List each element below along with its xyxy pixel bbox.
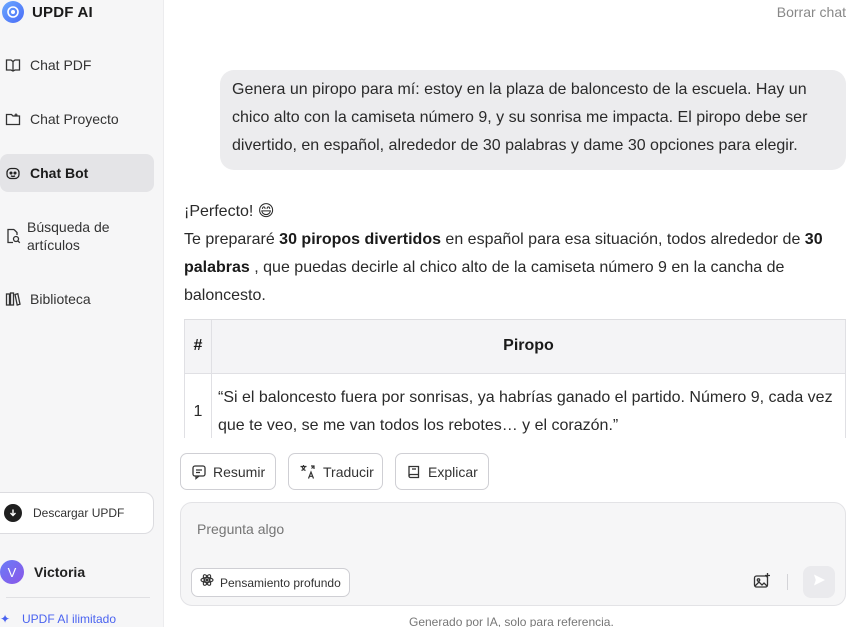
sidebar-item-chat-proyecto[interactable]: Chat Proyecto xyxy=(0,110,154,128)
divider xyxy=(6,597,150,598)
assistant-message: ¡Perfecto! 😄 Te prepararé 30 piropos div… xyxy=(184,198,846,310)
book-open-icon xyxy=(4,56,22,74)
summarize-icon xyxy=(191,463,207,481)
document-search-icon xyxy=(4,227,22,245)
sidebar-item-biblioteca[interactable]: Biblioteca xyxy=(0,290,154,308)
send-icon xyxy=(812,573,826,592)
summarize-button[interactable]: Resumir xyxy=(180,453,276,490)
intro-text: , que puedas decirle al chico alto de la… xyxy=(184,259,785,304)
book-icon xyxy=(406,463,422,481)
sidebar-item-label: Chat Bot xyxy=(30,165,89,181)
assistant-intro: Te prepararé 30 piropos divertidos en es… xyxy=(184,226,846,310)
label-line-2: artículos xyxy=(27,237,80,253)
deep-thinking-label: Pensamiento profundo xyxy=(220,575,341,590)
table-header-row: # Piropo xyxy=(184,320,846,374)
send-button[interactable] xyxy=(803,566,835,598)
download-label: Descargar UPDF xyxy=(33,506,125,520)
user-message-bubble: Genera un piropo para mí: estoy en la pl… xyxy=(220,70,846,170)
translate-icon xyxy=(299,463,317,481)
folder-icon xyxy=(4,110,22,128)
bot-icon xyxy=(4,164,22,182)
explain-label: Explicar xyxy=(428,463,478,480)
column-header-number: # xyxy=(184,320,212,374)
explain-button[interactable]: Explicar xyxy=(395,453,489,490)
brand[interactable]: UPDF AI xyxy=(0,0,93,24)
library-icon xyxy=(4,290,22,308)
atom-icon xyxy=(200,573,214,592)
deep-thinking-button[interactable]: Pensamiento profundo xyxy=(191,568,350,597)
intro-text: en español para esa situación, todos alr… xyxy=(440,231,805,248)
sidebar-item-label: Biblioteca xyxy=(30,291,91,307)
sidebar-item-label: Chat Proyecto xyxy=(30,111,119,127)
composer: Pensamiento profundo xyxy=(180,502,846,606)
divider xyxy=(787,574,788,590)
avatar: V xyxy=(0,560,24,584)
prompt-input[interactable] xyxy=(197,521,697,537)
clear-chat-button[interactable]: Borrar chat xyxy=(777,4,846,20)
summarize-label: Resumir xyxy=(213,463,266,480)
sidebar-item-chat-pdf[interactable]: Chat PDF xyxy=(0,56,154,74)
table-row: 1 “Si el baloncesto fuera por sonrisas, … xyxy=(184,372,846,438)
user-message-text: Genera un piropo para mí: estoy en la pl… xyxy=(232,81,808,154)
piropos-table-container[interactable]: # Piropo 1 “Si el baloncesto fuera por s… xyxy=(184,319,846,438)
footer-disclaimer: Generado por IA, solo para referencia. xyxy=(409,615,614,627)
download-updf-button[interactable]: Descargar UPDF xyxy=(0,492,154,534)
intro-bold: 30 piropos divertidos xyxy=(279,231,441,248)
user-profile[interactable]: V Victoria xyxy=(0,559,85,585)
translate-button[interactable]: Traducir xyxy=(288,453,383,490)
intro-text: Te prepararé xyxy=(184,231,280,248)
sidebar-item-busqueda-articulos[interactable]: Búsqueda de artículos xyxy=(0,218,154,254)
sidebar-item-label: Chat PDF xyxy=(30,57,92,73)
download-icon xyxy=(4,504,22,522)
assistant-greeting: ¡Perfecto! 😄 xyxy=(184,203,275,220)
translate-label: Traducir xyxy=(323,463,374,480)
user-name: Victoria xyxy=(34,564,86,580)
sidebar-item-chat-bot[interactable]: Chat Bot xyxy=(0,154,154,192)
brand-name: UPDF AI xyxy=(32,3,93,21)
image-upload-icon[interactable] xyxy=(751,570,773,592)
updf-logo-icon xyxy=(2,1,24,23)
sparkle-icon: ✦ xyxy=(0,612,11,626)
column-header-piropo: Piropo xyxy=(211,320,846,374)
sidebar: UPDF AI Chat PDF Chat Proyecto Chat Bot … xyxy=(0,0,164,627)
sidebar-item-label: Búsqueda de artículos xyxy=(27,218,110,254)
upgrade-label: UPDF AI ilimitado xyxy=(22,612,117,626)
row-piropo: “Si el baloncesto fuera por sonrisas, ya… xyxy=(211,372,846,438)
row-number: 1 xyxy=(184,372,212,438)
label-line-1: Búsqueda de xyxy=(27,219,110,235)
upgrade-link[interactable]: ✦ UPDF AI ilimitado xyxy=(0,612,116,626)
piropos-table: # Piropo 1 “Si el baloncesto fuera por s… xyxy=(184,320,846,438)
